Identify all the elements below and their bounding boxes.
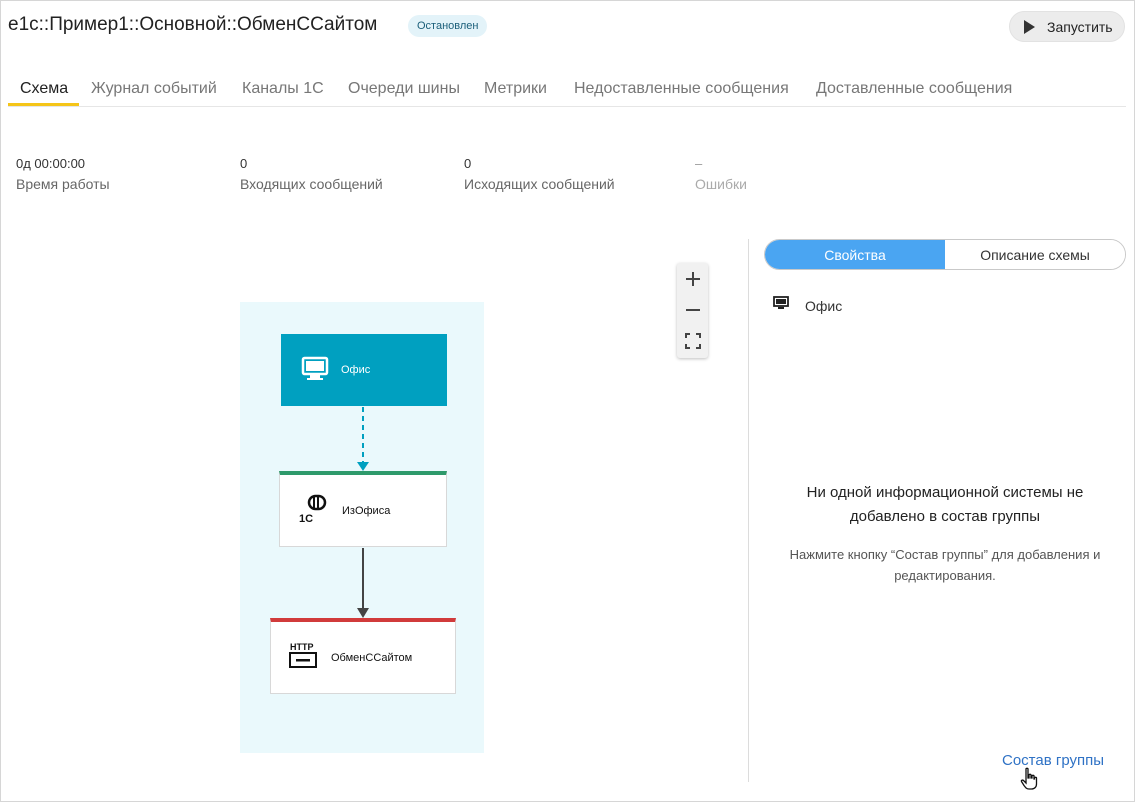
zoom-in-icon xyxy=(685,271,700,286)
stat-value: 0д 00:00:00 xyxy=(16,156,86,171)
tab-event-log[interactable]: Журнал событий xyxy=(91,80,217,98)
stat-value: 0 xyxy=(240,156,248,171)
tab-metrics[interactable]: Метрики xyxy=(484,80,547,98)
segment-schema-description[interactable]: Описание схемы xyxy=(945,240,1125,269)
node-label: ОбменССайтом xyxy=(331,651,413,664)
stat-errors: – Ошибки xyxy=(695,156,747,192)
play-icon xyxy=(1024,19,1035,34)
monitor-icon xyxy=(773,296,789,315)
run-button[interactable]: Запустить xyxy=(1009,11,1125,42)
stat-label: Ошибки xyxy=(695,176,747,192)
status-badge: Остановлен xyxy=(408,15,488,37)
group-composition-link[interactable]: Состав группы xyxy=(1002,752,1104,769)
node-http[interactable]: HTTP ОбменССайтом xyxy=(270,618,456,694)
stat-incoming: 0 Входящих сообщений xyxy=(240,156,383,192)
stat-value: – xyxy=(695,156,703,171)
tab-bar: Схема Журнал событий Каналы 1С Очереди ш… xyxy=(8,72,1126,107)
tab-1c-channels[interactable]: Каналы 1С xyxy=(242,80,324,98)
http-icon: HTTP xyxy=(289,641,319,674)
panel-segmented-control: Свойства Описание схемы xyxy=(764,239,1126,270)
stat-value: 0 xyxy=(464,156,472,171)
hand-cursor-icon xyxy=(1020,767,1038,796)
empty-hint-line: редактирования. xyxy=(894,568,996,583)
node-office[interactable]: Офис xyxy=(281,334,447,406)
tab-undelivered[interactable]: Недоставленные сообщения xyxy=(574,80,789,98)
zoom-out-icon xyxy=(685,308,700,311)
tab-schema[interactable]: Схема xyxy=(20,80,68,98)
page-title: e1c::Пример1::Основной::ОбменССайтом xyxy=(8,14,378,35)
fit-screen-icon xyxy=(684,332,701,349)
panel-divider xyxy=(748,239,749,782)
zoom-in-button[interactable] xyxy=(677,263,708,294)
stat-outgoing: 0 Исходящих сообщений xyxy=(464,156,615,192)
node-label: Офис xyxy=(341,364,371,376)
stat-uptime: 0д 00:00:00 Время работы xyxy=(16,156,110,192)
empty-state-hint: Нажмите кнопку “Состав группы” для добав… xyxy=(770,544,1120,586)
node-label: ИзОфиса xyxy=(342,504,391,517)
tab-bus-queues[interactable]: Очереди шины xyxy=(348,80,460,98)
empty-hint-line: Нажмите кнопку “Состав группы” для добав… xyxy=(789,547,1101,562)
stat-label: Входящих сообщений xyxy=(240,176,383,192)
svg-text:1C: 1C xyxy=(299,513,313,524)
fit-screen-button[interactable] xyxy=(677,325,708,356)
app-window xyxy=(0,0,1135,802)
run-button-label: Запустить xyxy=(1047,18,1113,35)
stat-label: Исходящих сообщений xyxy=(464,176,615,192)
selected-item: Офис xyxy=(773,296,842,315)
svg-text:HTTP: HTTP xyxy=(290,642,314,652)
empty-title-line: добавлено в состав группы xyxy=(849,508,1041,525)
node-izofisa[interactable]: 1C ИзОфиса xyxy=(279,471,447,547)
stat-label: Время работы xyxy=(16,176,110,192)
zoom-controls xyxy=(677,263,708,358)
segment-properties[interactable]: Свойства xyxy=(765,240,945,269)
active-tab-indicator xyxy=(8,103,79,106)
empty-title-line: Ни одной информационной системы не xyxy=(806,484,1084,501)
selected-item-label: Офис xyxy=(805,297,843,314)
zoom-out-button[interactable] xyxy=(677,294,708,325)
tab-delivered[interactable]: Доставленные сообщения xyxy=(816,80,1012,98)
monitor-icon xyxy=(301,356,329,385)
1c-channel-icon: 1C xyxy=(298,494,328,527)
empty-state-title: Ни одной информационной системы не добав… xyxy=(770,481,1120,529)
